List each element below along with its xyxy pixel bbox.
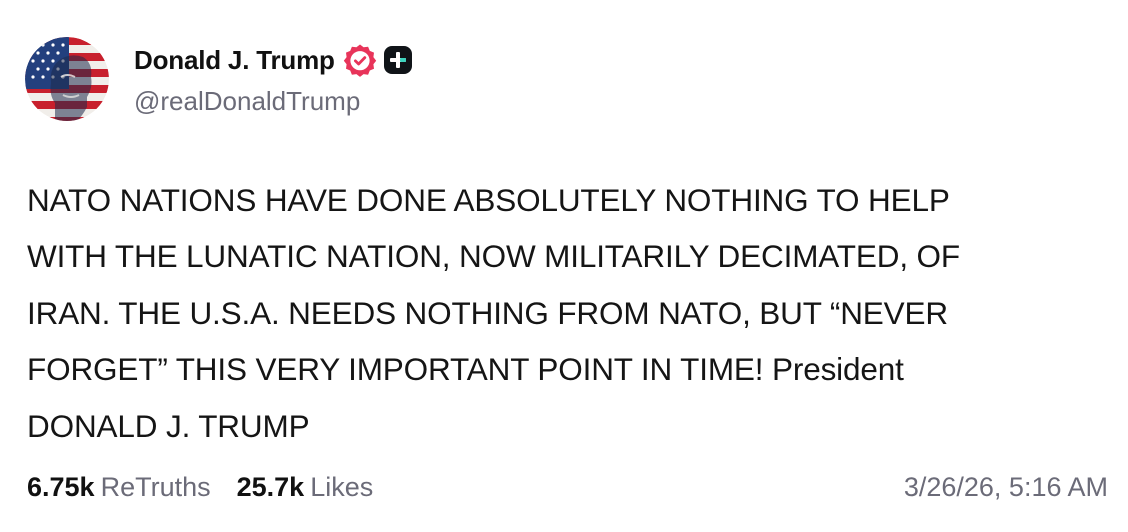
author-name-row: Donald J. Trump (134, 42, 413, 78)
likes-stat[interactable]: 25.7k Likes (237, 472, 374, 503)
verified-badge-icon (343, 43, 377, 77)
author-handle[interactable]: @realDonaldTrump (134, 86, 360, 117)
retruths-label: ReTruths (100, 472, 211, 502)
author-display-name[interactable]: Donald J. Trump (134, 45, 335, 76)
post-card: Donald J. Trump @realDonaldTrump NATO NA… (0, 0, 1128, 532)
retruths-stat[interactable]: 6.75k ReTruths (27, 472, 211, 503)
post-stats: 6.75k ReTruths 25.7k Likes (27, 472, 373, 503)
avatar[interactable] (25, 37, 109, 121)
post-body-text: NATO NATIONS HAVE DONE ABSOLUTELY NOTHIN… (27, 182, 961, 444)
retruths-count: 6.75k (27, 472, 95, 502)
likes-label: Likes (310, 472, 374, 502)
post-timestamp[interactable]: 3/26/26, 5:16 AM (904, 472, 1108, 503)
avatar-image (25, 37, 109, 121)
likes-count: 25.7k (236, 472, 305, 502)
plus-badge-icon (383, 45, 413, 75)
